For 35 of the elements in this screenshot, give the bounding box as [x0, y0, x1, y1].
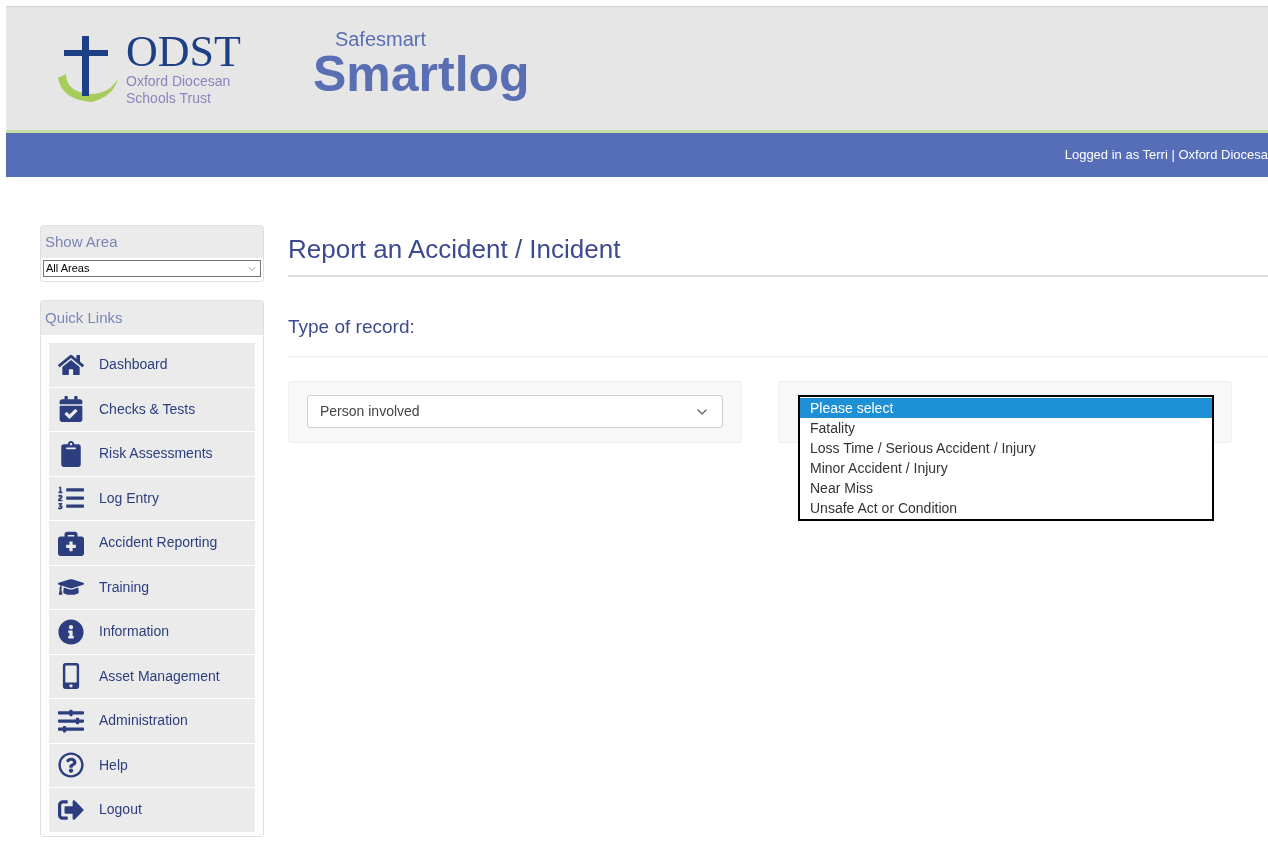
info-icon — [58, 618, 84, 645]
quick-link[interactable]: Information — [49, 610, 255, 654]
numbered-list-icon — [58, 485, 84, 512]
panel-title: Quick Links — [45, 307, 123, 328]
record-type-list[interactable]: Please select Fatality Loss Time / Serious Accident / Injury Minor Accident / Injury Near Miss Unsafe Act or Condition — [798, 394, 1214, 521]
quick-link[interactable]: Help — [49, 743, 255, 787]
quick-link[interactable]: Dashboard — [49, 343, 255, 387]
list-option[interactable]: Fatality — [800, 417, 1212, 438]
panel-title: Show Area — [45, 231, 118, 252]
org-subtitle: Schools Trust — [126, 89, 212, 107]
quick-link[interactable]: Accident Reporting — [49, 521, 255, 565]
quick-link[interactable]: Risk Assessments — [49, 432, 255, 476]
quick-link[interactable]: Training — [49, 565, 255, 609]
login-info: Logged in as Terri | Oxford Diocesa — [1064, 146, 1268, 165]
quick-link[interactable]: Administration — [49, 699, 255, 743]
list-option[interactable]: Near Miss — [800, 477, 1212, 498]
quick-link[interactable]: Logout — [49, 788, 255, 832]
list-option[interactable]: Minor Accident / Injury — [800, 457, 1212, 478]
section-title: Type of record: — [288, 315, 416, 339]
quick-link[interactable]: Checks & Tests — [49, 387, 255, 431]
list-option[interactable]: Unsafe Act or Condition — [800, 497, 1212, 518]
page-title: Report an Accident / Incident — [288, 233, 622, 266]
org-name: ODST — [126, 30, 241, 73]
clipboard-icon — [58, 440, 84, 467]
area-select[interactable]: All Areas — [43, 260, 261, 277]
quick-link[interactable]: Asset Management — [49, 654, 255, 698]
product-prefix: Safesmart — [334, 27, 428, 50]
help-icon — [58, 752, 84, 779]
list-option[interactable]: Loss Time / Serious Accident / Injury — [800, 437, 1212, 458]
quick-link[interactable]: Log Entry — [49, 476, 255, 520]
medical-case-icon — [58, 529, 84, 556]
calendar-check-icon — [58, 396, 84, 423]
sliders-icon — [58, 707, 84, 734]
person-select[interactable]: Person involved — [307, 395, 723, 428]
org-subtitle: Oxford Diocesan — [126, 72, 232, 90]
